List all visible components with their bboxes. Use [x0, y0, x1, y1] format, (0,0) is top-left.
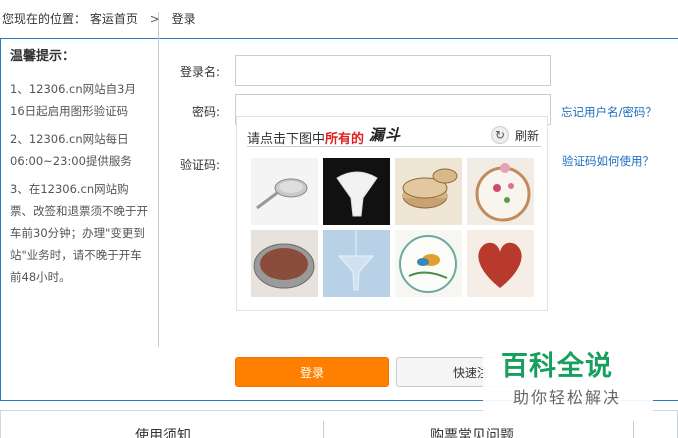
- tab-usage-notice[interactable]: 使用须知: [135, 425, 191, 438]
- captcha-image-rice-bowl[interactable]: [251, 230, 318, 297]
- watermark-title: 百科全说: [501, 351, 613, 382]
- username-input[interactable]: [235, 55, 551, 86]
- watermark-logo: 百科全说 助你轻松解决: [483, 331, 653, 413]
- captcha-header: 请点击下图中所有的 漏斗 ↻ 刷新: [247, 124, 541, 147]
- captcha-image-embroidery-hoop[interactable]: [467, 158, 534, 225]
- tips-title: 温馨提示：: [10, 49, 76, 64]
- captcha-image-white-funnel[interactable]: [323, 158, 390, 225]
- forgot-password-link[interactable]: 忘记用户名/密码？: [561, 104, 657, 120]
- tip-item: 3、在12306.cn网站购票、改签和退票须不晚于开车前30分钟；办理"变更到站…: [10, 182, 148, 284]
- captcha-refresh-label: 刷新: [514, 128, 539, 143]
- login-button[interactable]: 登录: [235, 357, 389, 387]
- captcha-box: 请点击下图中所有的 漏斗 ↻ 刷新: [236, 116, 548, 311]
- captcha-prompt-highlight: 所有的: [325, 132, 365, 147]
- password-label: 密码:: [191, 105, 220, 119]
- tip-item: 1、12306.cn网站自3月16日起启用图形验证码: [10, 82, 136, 118]
- captcha-prompt: 请点击下图中所有的: [247, 128, 364, 147]
- captcha-image-bird-embroidery[interactable]: [395, 230, 462, 297]
- breadcrumb-prefix: 您现在的位置：: [2, 12, 87, 26]
- tab-divider: [323, 421, 324, 438]
- breadcrumb: 您现在的位置： 客运首页 > 登录: [0, 0, 678, 36]
- captcha-label: 验证码:: [179, 158, 220, 172]
- breadcrumb-home-link[interactable]: 客运首页: [90, 0, 138, 38]
- captcha-image-sieve-spoon[interactable]: [251, 158, 318, 225]
- captcha-target-word: 漏斗: [369, 126, 402, 144]
- tip-item: 2、12306.cn网站每日06:00~23:00提供服务: [10, 132, 132, 168]
- tab-ticket-faq[interactable]: 购票常见问题: [430, 425, 514, 438]
- captcha-image-red-beans-heart[interactable]: [467, 230, 534, 297]
- captcha-help-link[interactable]: 验证码如何使用？: [562, 153, 654, 169]
- bottom-tabs-bar: 使用须知 购票常见问题: [0, 410, 678, 438]
- captcha-image-bamboo-steamer[interactable]: [395, 158, 462, 225]
- captcha-image-glass-funnel[interactable]: [323, 230, 390, 297]
- tips-sidebar: 温馨提示： 1、12306.cn网站自3月16日起启用图形验证码 2、12306…: [10, 45, 150, 294]
- tab-divider: [633, 421, 634, 438]
- captcha-prompt-text: 请点击下图中: [247, 132, 326, 147]
- username-label: 登录名:: [179, 65, 220, 79]
- breadcrumb-current: 登录: [171, 12, 196, 26]
- watermark-subtitle: 助你轻松解决: [513, 388, 622, 407]
- captcha-refresh-button[interactable]: ↻ 刷新: [490, 126, 539, 144]
- refresh-icon: ↻: [490, 126, 509, 144]
